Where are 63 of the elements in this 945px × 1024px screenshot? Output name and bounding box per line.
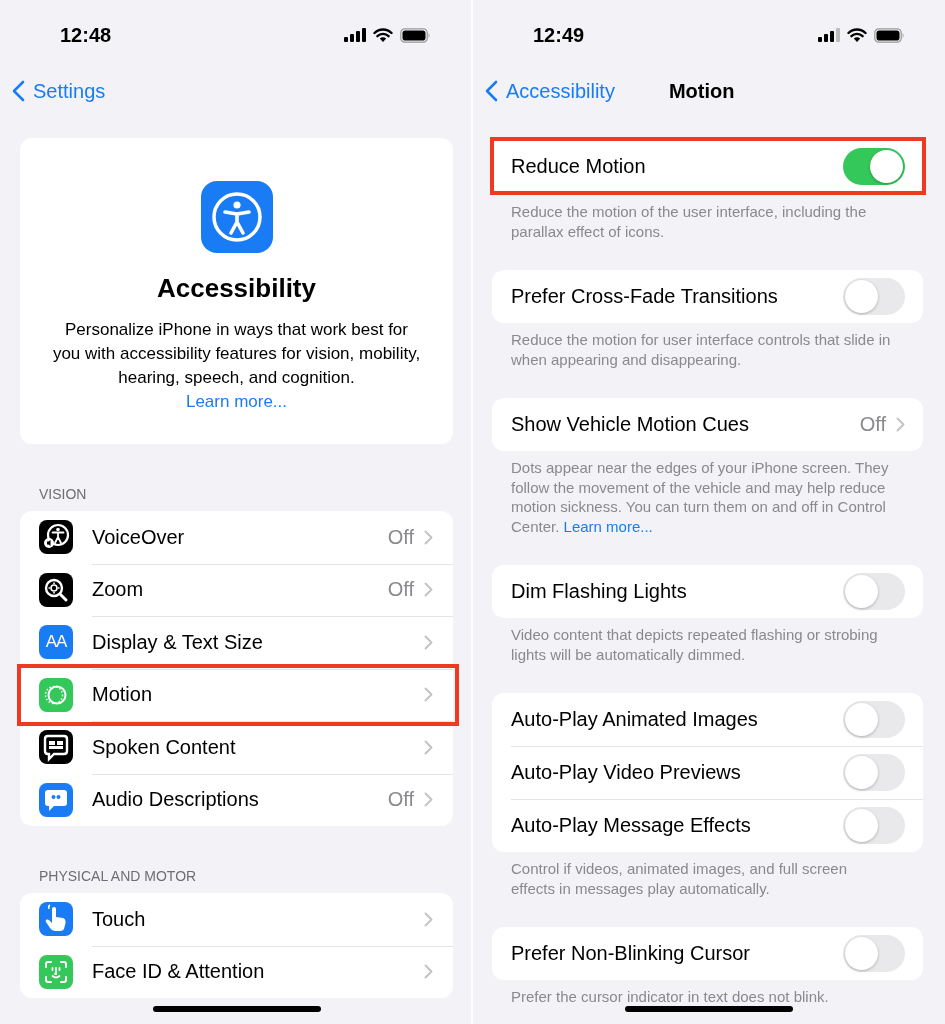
row-label: Motion [92, 683, 154, 707]
chevron-icon [424, 964, 433, 980]
footer-text: Control if videos, animated images, and full screen effects in messages play automatically. [511, 859, 848, 898]
header-description: Personalize iPhone in ways that work best for you with accessibility features for vision, mobility, hearing, speech, and cognition. [51, 319, 422, 389]
row-label: Auto-Play Animated Images [511, 708, 759, 731]
row-label: Show Vehicle Motion Cues [511, 413, 750, 436]
footer-text: Video content that depicts repeated flashing or strobing lights will be automatically dimmed. [511, 625, 879, 664]
back-button[interactable]: Accessibility [485, 79, 615, 103]
toggle-switch[interactable] [843, 701, 905, 738]
row-label: Prefer Cross-Fade Transitions [511, 285, 779, 308]
battery-icon [874, 27, 905, 43]
battery-icon [400, 27, 431, 43]
row-label: Touch [92, 907, 147, 931]
header-title: Accessibility [157, 273, 316, 304]
row-value: Off [859, 413, 886, 436]
toggle-switch[interactable] [843, 278, 905, 315]
row-label: Display & Text Size [92, 630, 264, 654]
accessibility-icon [200, 181, 273, 253]
toggle-switch[interactable] [843, 935, 905, 972]
footer-text: Reduce the motion for user interface controls that slide in when appearing and disappearing. [511, 330, 892, 369]
row-label: Auto-Play Video Previews [511, 761, 742, 784]
status-time: 12:49 [533, 23, 585, 47]
row-label: Dim Flashing Lights [511, 580, 688, 603]
chevron-icon [424, 792, 433, 808]
chevron-icon [424, 529, 433, 545]
row-label: Zoom [92, 578, 145, 602]
learn-more-link[interactable]: Learn more... [185, 390, 288, 414]
row-label: Audio Descriptions [92, 788, 260, 812]
row-label: Face ID & Attention [92, 960, 266, 984]
wifi-icon [373, 27, 393, 43]
chevron-icon [424, 687, 433, 703]
toggle-switch[interactable] [843, 754, 905, 791]
chevron-icon [424, 582, 433, 598]
toggle-switch[interactable] [843, 147, 905, 185]
wifi-icon [847, 27, 867, 43]
toggle-switch[interactable] [843, 807, 905, 844]
chevron-icon [896, 417, 905, 432]
chevron-icon [424, 911, 433, 927]
learn-more-link[interactable]: Learn more... [563, 517, 653, 535]
chevron-icon [424, 739, 433, 755]
row-label: Reduce Motion [511, 154, 647, 178]
back-chevron-icon [12, 80, 25, 102]
footer-text: Reduce the motion of the user interface, including the parallax effect of icons. [511, 202, 868, 241]
signal-icon [344, 28, 366, 42]
footer-text: Dots appear near the edges of your iPhone screen. They follow the movement of the vehicle and may help reduce motion sickness. You can turn them on and off in Control Center. Learn more... [511, 458, 890, 536]
row-label: VoiceOver [92, 525, 186, 549]
back-chevron-icon [485, 80, 498, 102]
signal-icon [818, 28, 840, 42]
back-button[interactable]: Settings [12, 79, 106, 103]
status-time: 12:48 [60, 23, 112, 47]
section-header: VISION [39, 486, 88, 502]
row-label: Prefer Non-Blinking Cursor [511, 942, 751, 965]
section-header: PHYSICAL AND MOTOR [39, 868, 198, 884]
row-value: Off [387, 788, 414, 812]
chevron-icon [424, 634, 433, 650]
text-size-icon: AA [39, 625, 73, 660]
row-value: Off [387, 578, 414, 602]
nav-title: Motion [668, 79, 735, 103]
row-label: Auto-Play Message Effects [511, 814, 752, 837]
row-label: Spoken Content [92, 735, 237, 759]
toggle-switch[interactable] [843, 573, 905, 610]
footer-text: Prefer the cursor indicator in text does not blink. [511, 987, 830, 1007]
row-value: Off [387, 525, 414, 549]
